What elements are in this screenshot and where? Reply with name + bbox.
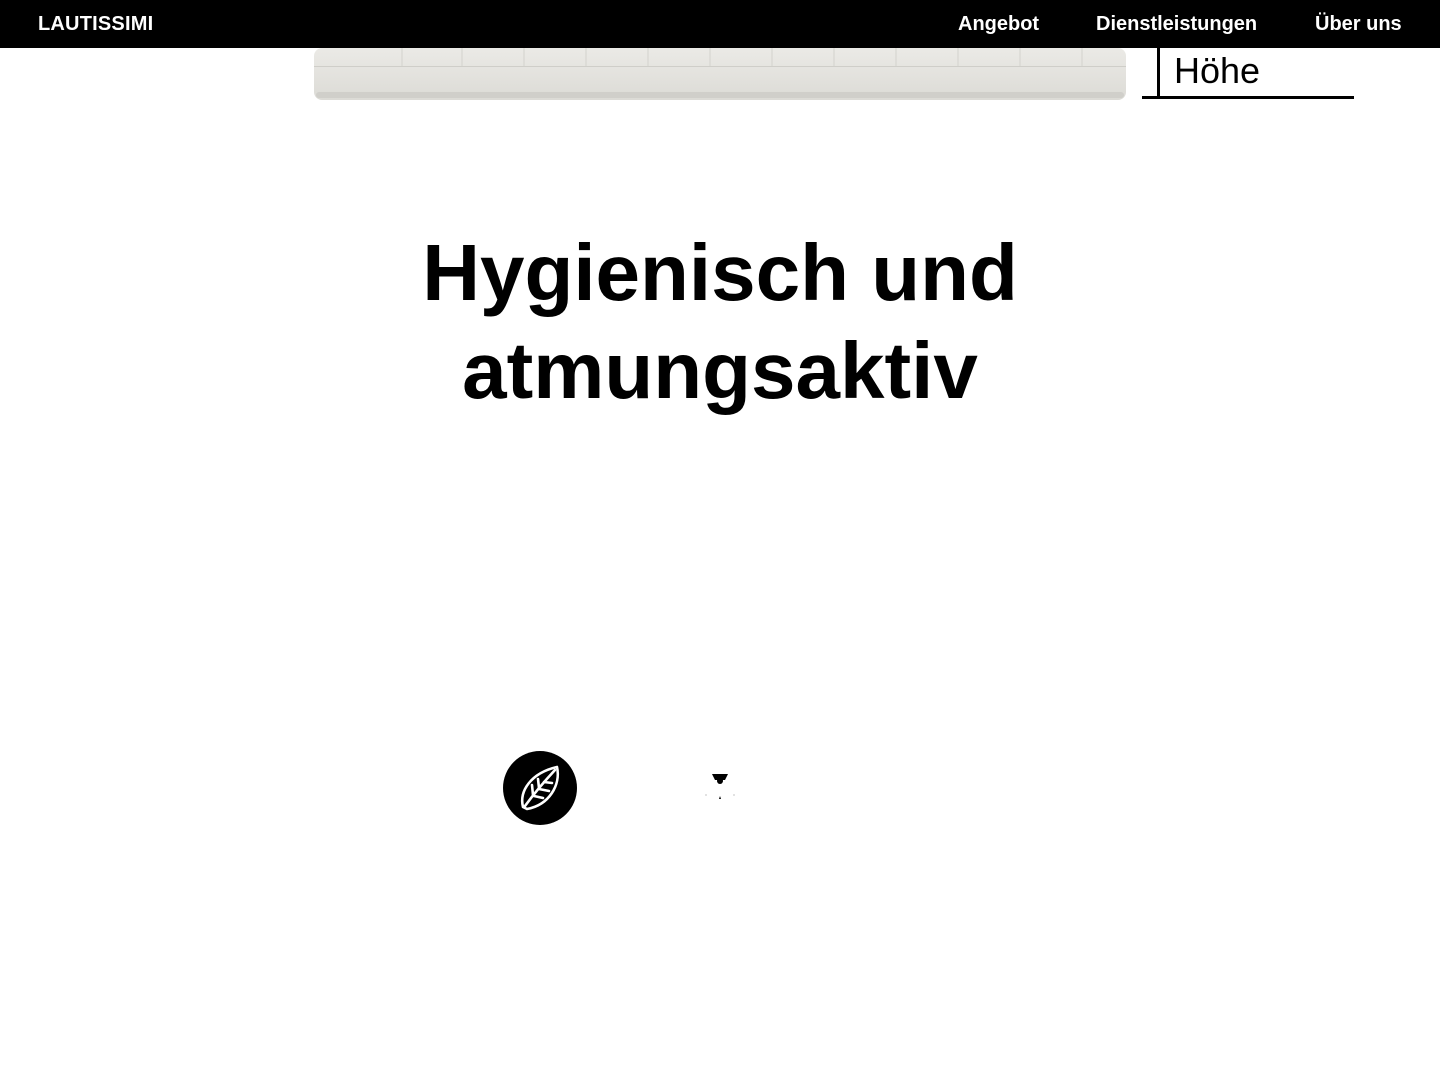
mattress-image [314, 48, 1126, 100]
top-navigation-bar: LAUTISSIMI Angebot Dienstleistungen Über… [0, 0, 1440, 48]
person-icon [705, 774, 735, 799]
leaf-icon [503, 751, 577, 825]
nav-item-dienstleistungen[interactable]: Dienstleistungen [1096, 13, 1257, 36]
section-title: Hygienisch und atmungsaktiv [0, 224, 1440, 420]
dimension-line-horizontal [1142, 96, 1354, 99]
section-title-line-2: atmungsaktiv [462, 326, 978, 415]
section-title-line-1: Hygienisch und [422, 228, 1018, 317]
nav-item-ueber-uns[interactable]: Über uns [1315, 13, 1402, 36]
nav-item-angebot[interactable]: Angebot [958, 13, 1039, 36]
page: LAUTISSIMI Angebot Dienstleistungen Über… [0, 0, 1440, 1080]
dimension-label: Höhe [1174, 50, 1261, 91]
brand-logo[interactable]: LAUTISSIMI [38, 13, 153, 36]
dimension-line-vertical [1157, 48, 1160, 98]
